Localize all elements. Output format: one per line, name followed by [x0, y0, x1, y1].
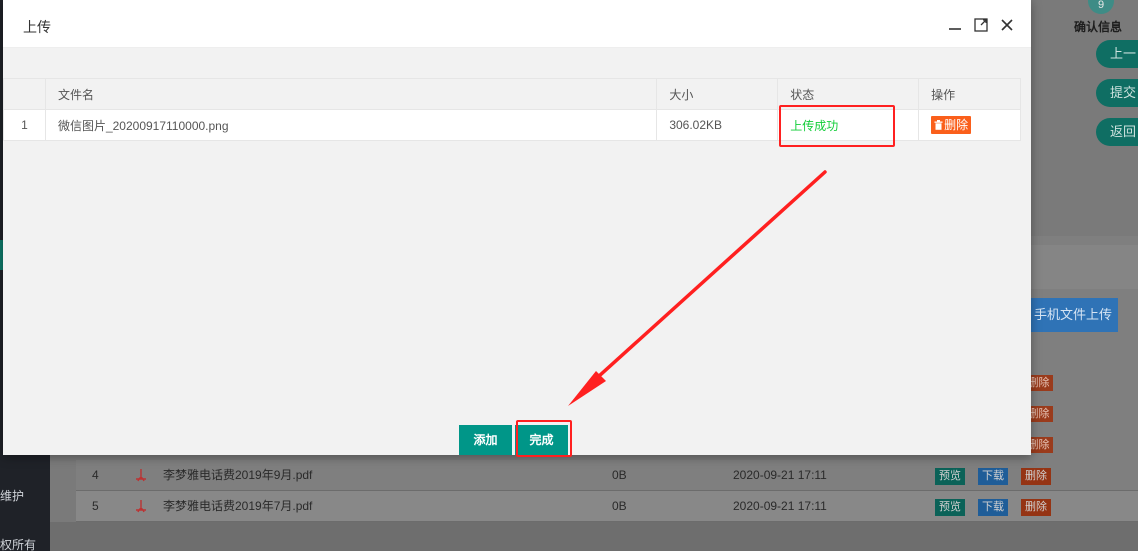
file-name-link[interactable]: 李梦雅电话费2019年9月.pdf: [163, 460, 312, 491]
row-index: 5: [92, 499, 99, 513]
dialog-title: 上传: [23, 19, 51, 35]
pdf-icon: [136, 469, 146, 482]
back-button[interactable]: 返回: [1096, 118, 1138, 146]
add-button[interactable]: 添加: [459, 425, 512, 455]
preview-button[interactable]: 预览: [935, 468, 965, 485]
delete-button[interactable]: 删除: [1021, 468, 1051, 485]
annotation-highlight-done: [516, 420, 572, 457]
close-icon[interactable]: [999, 17, 1015, 33]
row-index: 4: [92, 468, 99, 482]
col-header-filename: 文件名: [44, 78, 658, 110]
row-index: 1: [3, 109, 46, 141]
delete-button[interactable]: 删除: [931, 116, 972, 134]
file-name-link[interactable]: 李梦雅电话费2019年7月.pdf: [163, 491, 312, 522]
file-size: 0B: [612, 468, 627, 482]
file-size: 0B: [612, 499, 627, 513]
minimize-icon[interactable]: [947, 17, 963, 33]
step-label: 确认信息: [1074, 20, 1123, 34]
download-button[interactable]: 下载: [978, 468, 1008, 485]
upload-dialog: 上传 文件名 大小 状态 操作 1 微信图片_20200917110000.pn…: [3, 0, 1031, 455]
trash-icon: [934, 120, 943, 130]
delete-button[interactable]: 删除: [1021, 499, 1051, 516]
submit-button[interactable]: 提交: [1096, 79, 1138, 107]
phone-upload-button[interactable]: 手机文件上传: [1030, 298, 1118, 332]
preview-button[interactable]: 预览: [935, 499, 965, 516]
annotation-highlight-status: [779, 105, 895, 147]
sidebar-item-maintenance[interactable]: 维护: [0, 487, 24, 504]
file-size: 306.02KB: [656, 109, 779, 141]
download-button[interactable]: 下载: [978, 499, 1008, 516]
col-header-index: [3, 78, 46, 110]
prev-step-button[interactable]: 上一: [1096, 40, 1138, 68]
file-name: 微信图片_20200917110000.png: [44, 109, 658, 141]
table-row: 5 李梦雅电话费2019年7月.pdf 0B 2020-09-21 17:11 …: [76, 491, 1138, 522]
dialog-header: 上传: [3, 0, 1031, 48]
upload-time: 2020-09-21 17:11: [733, 499, 827, 513]
col-header-size: 大小: [656, 78, 779, 110]
footer-copyright: 权所有: [0, 538, 37, 551]
page-footer: [50, 522, 1138, 551]
file-list-table: 4 李梦雅电话费2019年9月.pdf 0B 2020-09-21 17:11 …: [76, 460, 1138, 522]
maximize-icon[interactable]: [973, 17, 989, 33]
upload-time: 2020-09-21 17:11: [733, 468, 827, 482]
file-panel-header: [1030, 245, 1138, 289]
action-cell: 删除: [918, 109, 1021, 141]
delete-button-label: 删除: [944, 118, 969, 132]
table-row: 4 李梦雅电话费2019年9月.pdf 0B 2020-09-21 17:11 …: [76, 460, 1138, 491]
col-header-action: 操作: [918, 78, 1021, 110]
pdf-icon: [136, 500, 146, 513]
